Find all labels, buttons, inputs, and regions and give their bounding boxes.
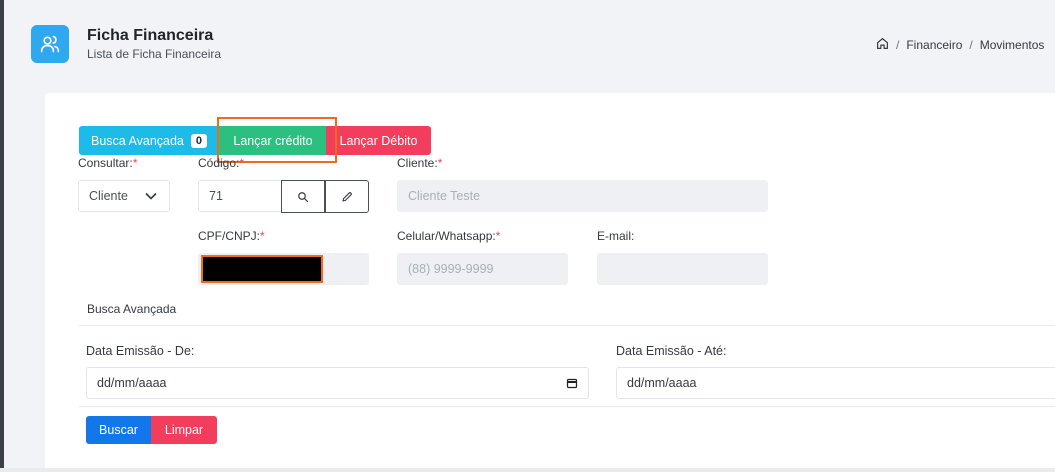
- busca-avancada-section-title: Busca Avançada: [87, 302, 177, 316]
- codigo-label: Código:*: [198, 156, 244, 170]
- lancar-credito-button[interactable]: Lançar crédito: [219, 126, 327, 155]
- celular-placeholder: (88) 9999-9999: [408, 262, 494, 276]
- data-de-value: dd/mm/aaaa: [97, 376, 167, 390]
- codigo-value: 71: [209, 189, 223, 203]
- consultar-value: Cliente: [89, 189, 128, 203]
- required-mark: *: [495, 229, 501, 243]
- busca-avancada-button[interactable]: Busca Avançada 0: [79, 126, 219, 155]
- breadcrumb-item-financeiro[interactable]: Financeiro: [906, 38, 962, 52]
- codigo-input[interactable]: 71: [198, 180, 282, 212]
- cliente-input[interactable]: Cliente Teste: [397, 180, 768, 212]
- breadcrumb-item-movimentos[interactable]: Movimentos: [980, 38, 1045, 52]
- search-icon: [298, 191, 309, 202]
- filter-count-badge: 0: [190, 133, 208, 148]
- cliente-label-text: Cliente:: [397, 156, 438, 170]
- required-mark: *: [437, 156, 443, 170]
- data-ate-value: dd/mm/aaaa: [627, 376, 697, 390]
- calendar-icon[interactable]: [566, 377, 578, 389]
- breadcrumb-separator: /: [969, 38, 973, 52]
- horizontal-scrollbar[interactable]: [0, 468, 1055, 472]
- required-mark: *: [239, 156, 245, 170]
- data-emissao-ate-input[interactable]: dd/mm/aaaa: [616, 367, 1055, 399]
- cpf-label: CPF/CNPJ:*: [198, 229, 265, 243]
- buscar-button[interactable]: Buscar: [86, 416, 151, 444]
- limpar-button[interactable]: Limpar: [151, 416, 217, 444]
- consultar-label-text: Consultar:: [78, 156, 133, 170]
- data-emissao-ate-label: Data Emissão - Até:: [616, 344, 727, 358]
- breadcrumb: / Financeiro / Movimentos: [876, 37, 1044, 53]
- data-emissao-de-input[interactable]: dd/mm/aaaa: [86, 367, 589, 399]
- section-divider: [79, 406, 1055, 407]
- redaction-box: [201, 255, 323, 283]
- required-mark: *: [260, 229, 265, 243]
- lancar-debito-button[interactable]: Lançar Débito: [326, 126, 431, 155]
- cliente-label: Cliente:*: [397, 156, 442, 170]
- required-mark: *: [132, 156, 138, 170]
- edit-button[interactable]: [325, 180, 369, 213]
- cliente-placeholder: Cliente Teste: [408, 189, 481, 203]
- page-subtitle: Lista de Ficha Financeira: [87, 47, 222, 61]
- cpf-label-text: CPF/CNPJ:: [198, 229, 261, 243]
- users-icon: [31, 25, 69, 63]
- celular-label-text: Celular/Whatsapp:: [397, 229, 496, 243]
- cpf-input[interactable]: [198, 253, 369, 285]
- codigo-label-text: Código:: [198, 156, 240, 170]
- home-icon[interactable]: [876, 37, 889, 53]
- page-title: Ficha Financeira: [87, 27, 214, 44]
- email-label: E-mail:: [597, 229, 635, 243]
- breadcrumb-separator: /: [896, 38, 900, 52]
- celular-label: Celular/Whatsapp:*: [397, 229, 500, 243]
- search-button[interactable]: [281, 180, 325, 213]
- busca-avancada-label: Busca Avançada: [90, 133, 184, 148]
- pencil-icon: [342, 191, 352, 202]
- consultar-label: Consultar:*: [78, 156, 137, 170]
- section-divider: [79, 325, 1055, 326]
- window-edge: [0, 0, 4, 472]
- celular-input[interactable]: (88) 9999-9999: [397, 253, 568, 285]
- data-emissao-de-label: Data Emissão - De:: [86, 344, 195, 358]
- consultar-select[interactable]: Cliente: [78, 180, 170, 212]
- chevron-down-icon: [145, 192, 157, 200]
- email-input[interactable]: [597, 253, 768, 285]
